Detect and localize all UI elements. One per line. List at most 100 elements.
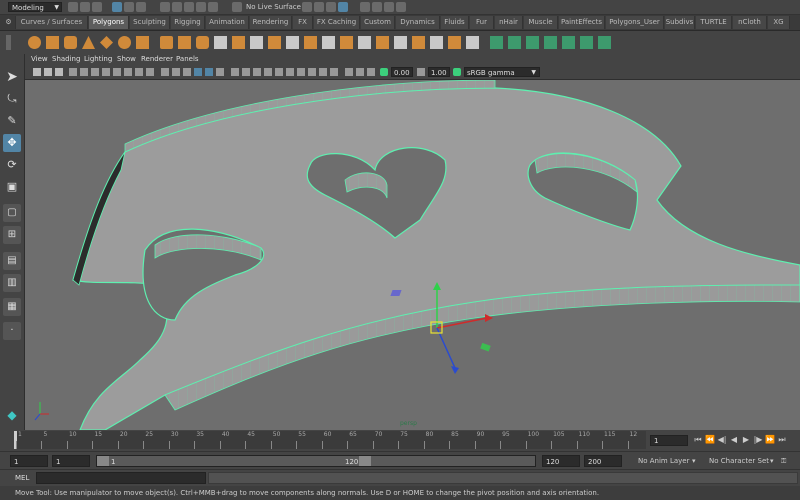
camera-gate-icon[interactable] — [330, 68, 338, 76]
merge-icon[interactable] — [376, 36, 389, 49]
hypershade-icon[interactable] — [360, 2, 370, 12]
reduce-icon[interactable] — [430, 36, 443, 49]
persp-graph-icon[interactable]: ▥ — [3, 274, 21, 292]
view-transform-icon[interactable] — [453, 68, 461, 76]
tab-fluids[interactable]: Fluids — [441, 16, 469, 29]
menu-set-dropdown[interactable]: Modeling ▼ — [8, 2, 62, 12]
open-scene-icon[interactable] — [80, 2, 90, 12]
lasso-tool-icon[interactable]: ⤿ — [3, 90, 21, 108]
tab-muscle[interactable]: Muscle — [524, 16, 558, 29]
insert-edge-loop-icon[interactable] — [340, 36, 353, 49]
character-set-dropdown[interactable]: No Character Set — [709, 455, 769, 467]
tab-fx[interactable]: FX — [293, 16, 313, 29]
menu-renderer[interactable]: Renderer — [141, 54, 173, 65]
go-to-start-icon[interactable]: ⏮ — [692, 434, 704, 446]
isolate-select-icon[interactable] — [308, 68, 316, 76]
wireframe-on-shaded-icon[interactable] — [194, 68, 202, 76]
poly-sphere-icon[interactable] — [28, 36, 41, 49]
tab-rendering[interactable]: Rendering — [250, 16, 292, 29]
step-back-frame-icon[interactable]: ◀| — [716, 434, 728, 446]
step-back-key-icon[interactable]: ⏪ — [704, 434, 716, 446]
persp-outliner-icon[interactable]: ▤ — [3, 252, 21, 270]
play-backward-icon[interactable]: ◀ — [728, 434, 740, 446]
default-lighting-icon[interactable] — [183, 68, 191, 76]
time-slider[interactable]: 1 5 10 15 20 25 30 35 40 45 50 55 60 65 70 75 80 85 90 95 10… — [14, 431, 646, 449]
tab-polygons-user[interactable]: Polygons_User — [606, 16, 664, 29]
shadows-icon[interactable] — [253, 68, 261, 76]
mel-label[interactable]: MEL — [15, 473, 29, 484]
poly-cone-icon[interactable] — [82, 36, 95, 49]
anim-layer-dropdown[interactable]: No Anim Layer — [638, 455, 689, 467]
menu-panels[interactable]: Panels — [176, 54, 199, 65]
cleanup-icon[interactable] — [448, 36, 461, 49]
magnet-icon[interactable] — [232, 2, 242, 12]
wireframe-icon[interactable] — [161, 68, 169, 76]
z-axis-arrow[interactable] — [451, 366, 459, 374]
uv-layout-icon[interactable] — [580, 36, 593, 49]
bevel-icon[interactable] — [358, 36, 371, 49]
poly-plane-icon[interactable] — [100, 36, 113, 49]
boolean-icon[interactable] — [196, 36, 209, 49]
triangulate-icon[interactable] — [466, 36, 479, 49]
shelf-drag-handle[interactable] — [6, 35, 11, 50]
tab-curves-surfaces[interactable]: Curves / Surfaces — [16, 16, 88, 29]
extrude-icon[interactable] — [268, 36, 281, 49]
go-to-end-icon[interactable]: ⏭ — [776, 434, 788, 446]
render-settings-icon[interactable] — [338, 2, 348, 12]
range-end-handle[interactable] — [359, 456, 371, 466]
exposure-toggle-icon[interactable] — [380, 68, 388, 76]
paint-select-icon[interactable]: ✎ — [3, 112, 21, 130]
range-slider[interactable]: 1 120 — [96, 455, 536, 467]
fill-hole-icon[interactable] — [412, 36, 425, 49]
animation-end-field[interactable]: 200 — [584, 455, 622, 467]
combine-icon[interactable] — [160, 36, 173, 49]
safe-title-icon[interactable] — [146, 68, 154, 76]
menu-show[interactable]: Show — [117, 54, 136, 65]
current-frame-field[interactable]: 1 — [650, 435, 688, 446]
poly-prism-icon[interactable] — [136, 36, 149, 49]
color-manage-icon[interactable] — [345, 68, 353, 76]
snap-grid-icon[interactable] — [160, 2, 170, 12]
four-view-icon[interactable]: ⊞ — [3, 226, 21, 244]
smooth-shade-icon[interactable] — [172, 68, 180, 76]
safe-action-icon[interactable] — [135, 68, 143, 76]
render-view-icon[interactable] — [302, 2, 312, 12]
uv-editor-icon[interactable] — [562, 36, 575, 49]
xray-joints-icon[interactable] — [216, 68, 224, 76]
uv-cylindrical-icon[interactable] — [508, 36, 521, 49]
mel-input[interactable] — [36, 472, 206, 484]
uv-unfold-icon[interactable] — [598, 36, 611, 49]
playback-end-field[interactable]: 120 — [542, 455, 580, 467]
tab-subdivs[interactable]: Subdivs — [665, 16, 695, 29]
tab-turtle[interactable]: TURTLE — [696, 16, 732, 29]
collapse-icon[interactable] — [394, 36, 407, 49]
anim-layer-chevron-icon[interactable]: ▾ — [692, 455, 696, 467]
tab-nhair[interactable]: nHair — [495, 16, 523, 29]
select-object-icon[interactable] — [124, 2, 134, 12]
depth-of-field-icon[interactable] — [297, 68, 305, 76]
color-space-dropdown[interactable]: sRGB gamma ▼ — [464, 67, 540, 77]
ambient-occlusion-icon[interactable] — [264, 68, 272, 76]
move-tool-icon[interactable]: ✥ — [3, 134, 21, 152]
poly-torus-icon[interactable] — [118, 36, 131, 49]
step-forward-frame-icon[interactable]: |▶ — [752, 434, 764, 446]
tab-fur[interactable]: Fur — [470, 16, 494, 29]
poly-cylinder-icon[interactable] — [64, 36, 77, 49]
scale-tool-icon[interactable]: ▣ — [3, 178, 21, 196]
grid-toggle-icon[interactable] — [80, 68, 88, 76]
smooth-icon[interactable] — [232, 36, 245, 49]
camera-attributes-icon[interactable] — [44, 68, 52, 76]
mirror-geometry-icon[interactable] — [250, 36, 263, 49]
exposure-field[interactable]: 0.00 — [391, 67, 413, 77]
tab-fx-caching[interactable]: FX Caching — [314, 16, 360, 29]
uv-spherical-icon[interactable] — [526, 36, 539, 49]
exposure-icon[interactable] — [356, 68, 364, 76]
motion-blur-icon[interactable] — [275, 68, 283, 76]
tab-dynamics[interactable]: Dynamics — [396, 16, 440, 29]
use-all-lights-icon[interactable] — [242, 68, 250, 76]
gamma-field[interactable]: 1.00 — [428, 67, 450, 77]
gate-mask-icon[interactable] — [113, 68, 121, 76]
xz-plane-handle[interactable] — [480, 342, 491, 352]
menu-view[interactable]: View — [31, 54, 48, 65]
image-plane-icon[interactable] — [69, 68, 77, 76]
